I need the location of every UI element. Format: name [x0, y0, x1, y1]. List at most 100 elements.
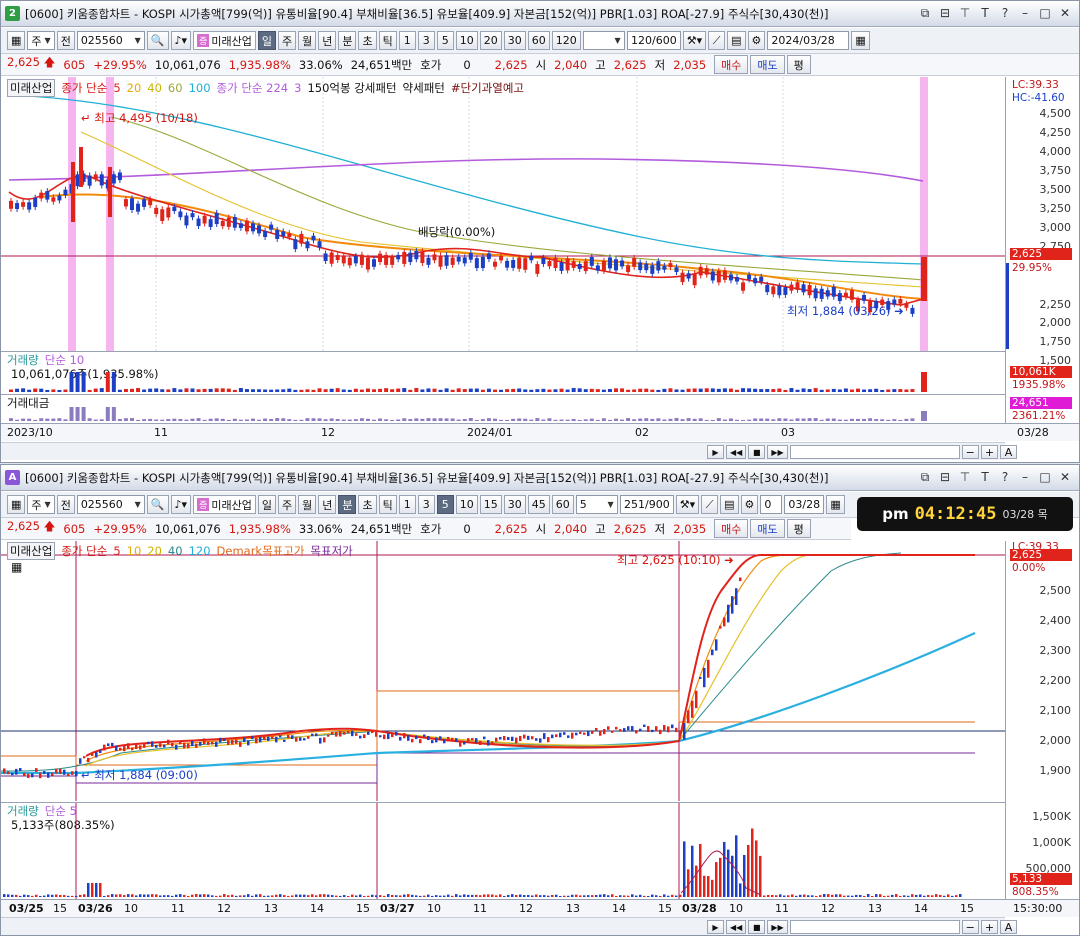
stock-code-input[interactable]: 025560 ▼ — [76, 495, 145, 514]
chart-tool-icon[interactable]: ⚒▾ — [682, 31, 707, 50]
line-tool-icon[interactable]: ⟋ — [701, 495, 719, 514]
period-year[interactable]: 년 — [318, 31, 337, 50]
chart-tool-icon[interactable]: ⚒▾ — [675, 495, 700, 514]
market-select[interactable]: 주 ▼ — [27, 495, 55, 514]
help-icon[interactable]: ? — [997, 5, 1013, 21]
interval-3[interactable]: 3 — [417, 31, 435, 50]
period-month[interactable]: 월 — [298, 495, 317, 514]
period-tick[interactable]: 틱 — [378, 495, 397, 514]
period-year[interactable]: 년 — [318, 495, 337, 514]
bar-count-field[interactable]: 120/600 — [626, 31, 681, 50]
period-tick[interactable]: 틱 — [378, 31, 397, 50]
minimize-icon[interactable]: – — [1017, 5, 1033, 21]
zoom-out-icon[interactable]: − — [961, 445, 979, 459]
buy-button[interactable]: 매수 — [714, 55, 749, 74]
scroll-bar[interactable]: ▶ ◀◀ ■ ▶▶ − + A — [1, 917, 1018, 935]
search-icon[interactable]: 🔍 — [146, 495, 169, 514]
jeon-button[interactable]: 전 — [56, 495, 75, 514]
period-day[interactable]: 일 — [257, 495, 276, 514]
maximize-icon[interactable]: □ — [1037, 469, 1053, 485]
minimize-group-icon[interactable]: ⊟ — [937, 469, 953, 485]
interval-10[interactable]: 10 — [455, 31, 478, 50]
scroll-bar[interactable]: ▶ ◀◀ ■ ▶▶ − + A — [1, 442, 1018, 460]
minimize-group-icon[interactable]: ⊟ — [937, 5, 953, 21]
close-icon[interactable]: ✕ — [1057, 469, 1073, 485]
interval-10[interactable]: 10 — [455, 495, 478, 514]
minimize-icon[interactable]: – — [1017, 469, 1033, 485]
period-second[interactable]: 초 — [358, 31, 377, 50]
sell-button[interactable]: 매도 — [750, 519, 785, 538]
text-icon[interactable]: T — [977, 5, 993, 21]
daily-price-axis[interactable]: LC:39.33 HC:-41.60 4,500 4,250 4,000 3,7… — [1005, 77, 1079, 423]
bar-count-field[interactable]: 251/900 — [619, 495, 674, 514]
period-minute[interactable]: 분 — [338, 31, 357, 50]
scroll-right-icon[interactable]: ▶ — [707, 920, 724, 934]
maximize-icon[interactable]: □ — [1037, 5, 1053, 21]
interval-60[interactable]: 60 — [527, 31, 550, 50]
interval-15[interactable]: 15 — [479, 495, 502, 514]
period-second[interactable]: 초 — [358, 495, 377, 514]
font-a-icon[interactable]: A — [1000, 920, 1018, 934]
interval-120[interactable]: 120 — [551, 31, 581, 50]
date-field[interactable]: 03/28 — [784, 495, 825, 514]
scroll-start-icon[interactable]: ◀◀ — [726, 445, 747, 459]
interval-1[interactable]: 1 — [398, 31, 416, 50]
sell-button[interactable]: 매도 — [750, 55, 785, 74]
sound-icon[interactable]: ♪▾ — [170, 31, 192, 50]
zoom-in-icon[interactable]: + — [980, 445, 999, 459]
zoom-slider[interactable] — [789, 920, 960, 934]
link-icon[interactable]: ⧉ — [917, 469, 933, 485]
stock-name-field[interactable]: 증 미래산업 — [193, 495, 256, 514]
link-icon[interactable]: ⧉ — [917, 5, 933, 21]
grid-icon[interactable]: ▦ — [7, 495, 26, 514]
interval-60[interactable]: 60 — [551, 495, 574, 514]
interval-5[interactable]: 5 — [436, 495, 454, 514]
market-select[interactable]: 주 ▼ — [27, 31, 55, 50]
window-titlebar[interactable]: 2 [0600] 키움종합차트 - KOSPI 시가총액[799(억)] 유통비… — [1, 1, 1079, 27]
font-a-icon[interactable]: A — [1000, 445, 1018, 459]
daily-amount-chart[interactable]: 거래대금 — [1, 395, 1005, 423]
stock-code-input[interactable]: 025560 ▼ — [76, 31, 145, 50]
scroll-end-icon[interactable]: ▶▶ — [767, 445, 788, 459]
window-titlebar[interactable]: A [0600] 키움종합차트 - KOSPI 시가총액[799(억)] 유통비… — [1, 465, 1079, 491]
interval-30[interactable]: 30 — [503, 495, 526, 514]
text-icon[interactable]: T — [977, 469, 993, 485]
table-icon[interactable]: ▤ — [727, 31, 746, 50]
line-tool-icon[interactable]: ⟋ — [708, 31, 726, 50]
period-month[interactable]: 월 — [298, 31, 317, 50]
settings-icon[interactable]: ⚙ — [747, 31, 766, 50]
scroll-right-icon[interactable]: ▶ — [707, 445, 724, 459]
calendar-icon[interactable]: ▦ — [851, 31, 870, 50]
stop-icon[interactable]: ■ — [748, 445, 766, 459]
custom-interval-input[interactable]: 5 ▼ — [575, 495, 618, 514]
minute-price-chart[interactable]: 미래산업 종가 단순 5 10 20 40 120 Demark목표고가 목표저… — [1, 541, 1005, 801]
period-week[interactable]: 주 — [277, 31, 297, 50]
interval-5[interactable]: 5 — [436, 31, 454, 50]
eval-button[interactable]: 평 — [786, 55, 811, 74]
period-week[interactable]: 주 — [277, 495, 297, 514]
search-icon[interactable]: 🔍 — [146, 31, 169, 50]
pin-icon[interactable]: ⊤ — [957, 5, 973, 21]
help-icon[interactable]: ? — [997, 469, 1013, 485]
interval-30[interactable]: 30 — [503, 31, 526, 50]
calendar-icon[interactable]: ▦ — [826, 495, 845, 514]
stock-name-field[interactable]: 증 미래산업 — [193, 31, 256, 50]
table-icon[interactable]: ▤ — [720, 495, 739, 514]
custom-interval-input[interactable]: ▼ — [582, 31, 625, 50]
interval-45[interactable]: 45 — [527, 495, 550, 514]
zoom-slider[interactable] — [789, 445, 960, 459]
zoom-out-icon[interactable]: − — [961, 920, 979, 934]
jeon-button[interactable]: 전 — [56, 31, 75, 50]
legend-stock-name[interactable]: 미래산업 — [7, 79, 56, 97]
interval-20[interactable]: 20 — [479, 31, 502, 50]
sound-icon[interactable]: ♪▾ — [170, 495, 192, 514]
close-icon[interactable]: ✕ — [1057, 5, 1073, 21]
date-checkbox[interactable]: 0 — [760, 495, 783, 514]
settings-icon[interactable]: ⚙ — [740, 495, 759, 514]
stop-icon[interactable]: ■ — [748, 920, 766, 934]
period-minute[interactable]: 분 — [338, 495, 357, 514]
pin-icon[interactable]: ⊤ — [957, 469, 973, 485]
date-field[interactable]: 2024/03/28 — [767, 31, 850, 50]
grid-icon[interactable]: ▦ — [7, 31, 26, 50]
legend-stock-name[interactable]: 미래산업 — [7, 542, 56, 560]
